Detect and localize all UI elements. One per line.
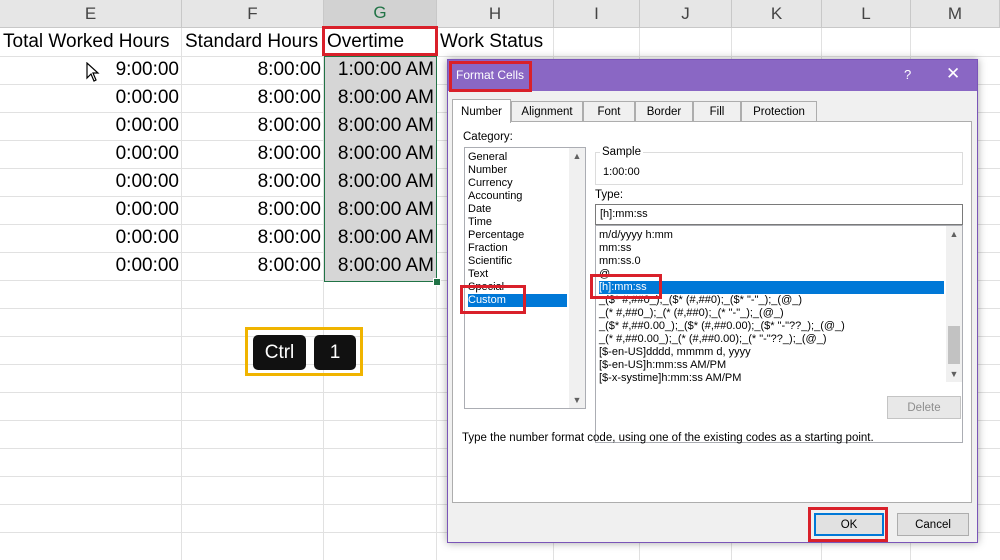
list-item[interactable]: Time <box>468 216 492 229</box>
cell-g[interactable]: 8:00:00 AM <box>324 140 437 168</box>
sample-group <box>595 152 963 185</box>
cell-e[interactable]: 0:00:00 <box>0 112 182 140</box>
cell-g[interactable]: 8:00:00 AM <box>324 112 437 140</box>
list-item[interactable]: Text <box>468 268 488 281</box>
category-listbox[interactable]: General Number Currency Accounting Date … <box>464 147 586 409</box>
help-button[interactable]: ? <box>904 67 911 82</box>
cell-e[interactable]: 0:00:00 <box>0 224 182 252</box>
list-item[interactable]: [$-en-US]dddd, mmmm d, yyyy <box>599 346 751 359</box>
cell-f[interactable]: 8:00:00 <box>182 140 324 168</box>
list-item[interactable]: Number <box>468 164 507 177</box>
list-item[interactable]: mm:ss.0 <box>599 255 641 268</box>
column-header-h[interactable]: H <box>437 0 554 28</box>
list-item[interactable]: Date <box>468 203 491 216</box>
cell-f[interactable]: 8:00:00 <box>182 196 324 224</box>
cell-e[interactable]: 0:00:00 <box>0 196 182 224</box>
list-item[interactable]: Currency <box>468 177 513 190</box>
list-item[interactable]: Scientific <box>468 255 512 268</box>
cell-f[interactable]: 8:00:00 <box>182 224 324 252</box>
tab-border[interactable]: Border <box>635 101 693 121</box>
cell-g[interactable]: 8:00:00 AM <box>324 224 437 252</box>
tab-number[interactable]: Number <box>452 99 511 123</box>
cell-e[interactable]: 0:00:00 <box>0 168 182 196</box>
tab-fill[interactable]: Fill <box>693 101 741 121</box>
cell-g[interactable]: 8:00:00 AM <box>324 252 437 280</box>
tab-protection[interactable]: Protection <box>741 101 817 121</box>
scroll-down-icon[interactable]: ▼ <box>569 392 585 408</box>
cell-g[interactable]: 8:00:00 AM <box>324 196 437 224</box>
tab-font[interactable]: Font <box>583 101 635 121</box>
cell-e[interactable]: 0:00:00 <box>0 84 182 112</box>
key-1: 1 <box>314 335 356 370</box>
number-tab-panel: Category: General Number Currency Accoun… <box>452 121 972 503</box>
type-input[interactable]: [h]:mm:ss <box>595 204 963 225</box>
column-header-m[interactable]: M <box>911 0 1000 28</box>
column-header-f[interactable]: F <box>182 0 324 28</box>
scroll-up-icon[interactable]: ▲ <box>569 148 585 164</box>
list-item[interactable]: _($* #,##0.00_);_($* (#,##0.00);_($* "-"… <box>599 320 845 333</box>
cell-f[interactable]: 8:00:00 <box>182 252 324 280</box>
selected-type-highlight <box>590 274 662 299</box>
list-item[interactable]: Fraction <box>468 242 508 255</box>
type-label: Type: <box>595 189 624 201</box>
list-item[interactable]: [$-x-systime]h:mm:ss AM/PM <box>599 372 741 385</box>
cancel-button[interactable]: Cancel <box>897 513 969 536</box>
cell-e[interactable]: 0:00:00 <box>0 252 182 280</box>
header-total-worked-hours[interactable]: Total Worked Hours <box>0 28 182 56</box>
list-item[interactable]: General <box>468 151 507 164</box>
column-header-l[interactable]: L <box>822 0 911 28</box>
scroll-thumb[interactable] <box>948 326 960 364</box>
column-header-j[interactable]: J <box>640 0 732 28</box>
format-cells-dialog: Format Cells ? ✕ Number Alignment Font B… <box>447 59 978 543</box>
sample-label: Sample <box>600 146 643 158</box>
list-item[interactable]: _(* #,##0.00_);_(* (#,##0.00);_(* "-"??_… <box>599 333 826 346</box>
mouse-pointer-icon <box>86 62 100 82</box>
custom-category-highlight <box>460 285 526 314</box>
type-scrollbar[interactable]: ▲ ▼ <box>946 226 962 382</box>
scroll-down-icon[interactable]: ▼ <box>946 366 962 382</box>
delete-button[interactable]: Delete <box>887 396 961 419</box>
key-ctrl: Ctrl <box>253 335 306 370</box>
list-item[interactable]: m/d/yyyy h:mm <box>599 229 673 242</box>
sample-value: 1:00:00 <box>603 166 640 178</box>
cell-f[interactable]: 8:00:00 <box>182 112 324 140</box>
column-header-e[interactable]: E <box>0 0 182 28</box>
cell-f[interactable]: 8:00:00 <box>182 84 324 112</box>
list-item[interactable]: Accounting <box>468 190 522 203</box>
tab-alignment[interactable]: Alignment <box>511 101 583 121</box>
column-header-g[interactable]: G <box>324 0 437 28</box>
cell-g[interactable]: 1:00:00 AM <box>324 56 437 84</box>
list-item[interactable]: [$-en-US]h:mm:ss AM/PM <box>599 359 726 372</box>
ok-button-highlight <box>808 507 888 542</box>
column-header-k[interactable]: K <box>732 0 822 28</box>
header-work-status[interactable]: Work Status <box>437 28 554 56</box>
overtime-header-highlight <box>322 26 438 56</box>
cell-g[interactable]: 8:00:00 AM <box>324 168 437 196</box>
scroll-up-icon[interactable]: ▲ <box>946 226 962 242</box>
dialog-title-highlight <box>449 61 532 92</box>
list-item[interactable]: _(* #,##0_);_(* (#,##0);_(* "-"_);_(@_) <box>599 307 784 320</box>
format-description: Type the number format code, using one o… <box>462 432 874 444</box>
cell-e[interactable]: 0:00:00 <box>0 140 182 168</box>
cell-f[interactable]: 8:00:00 <box>182 56 324 84</box>
close-icon[interactable]: ✕ <box>946 64 960 84</box>
category-scrollbar[interactable]: ▲ ▼ <box>569 148 585 408</box>
column-header-i[interactable]: I <box>554 0 640 28</box>
category-label: Category: <box>463 131 513 143</box>
cell-f[interactable]: 8:00:00 <box>182 168 324 196</box>
list-item[interactable]: mm:ss <box>599 242 631 255</box>
cell-g[interactable]: 8:00:00 AM <box>324 84 437 112</box>
list-item[interactable]: Percentage <box>468 229 524 242</box>
header-standard-hours[interactable]: Standard Hours <box>182 28 324 56</box>
